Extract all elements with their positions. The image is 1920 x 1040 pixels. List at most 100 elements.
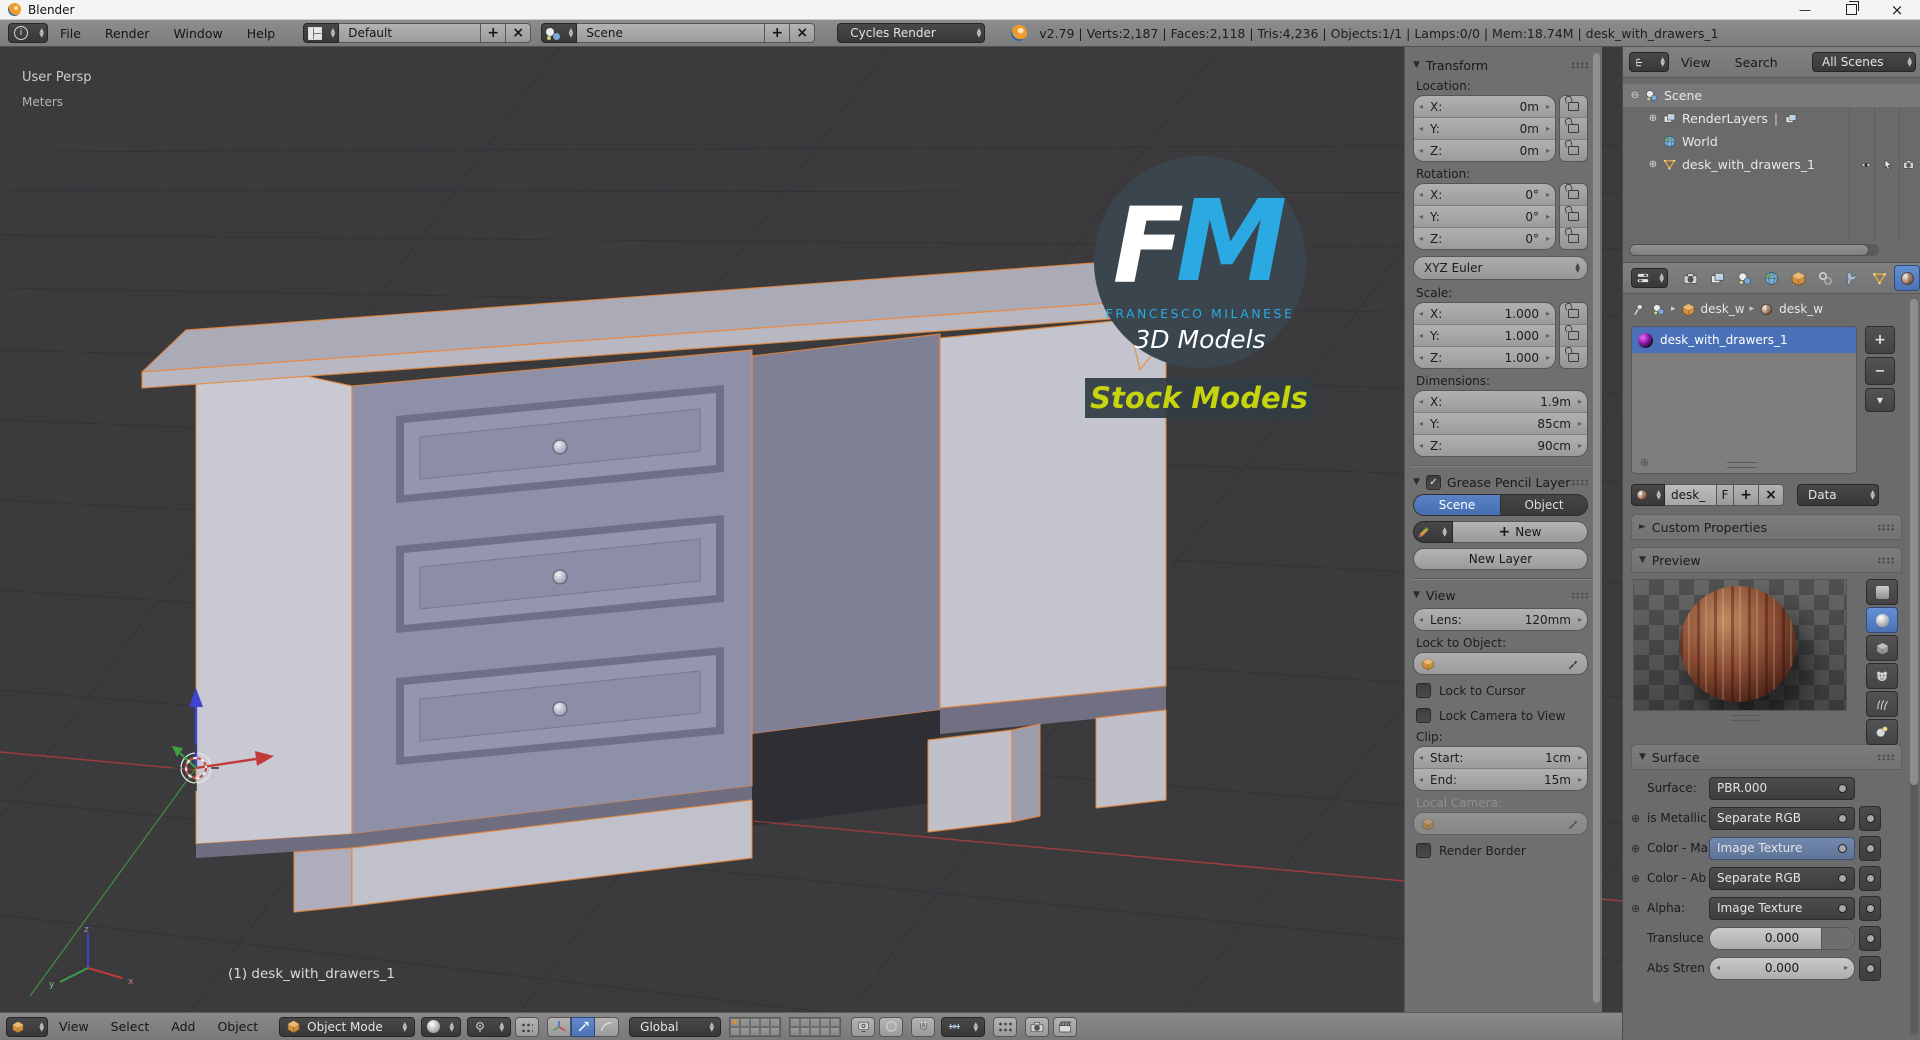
socket-button[interactable] [1859,806,1881,831]
color-ab-select[interactable]: Separate RGB [1709,867,1855,890]
menu-select[interactable]: Select [100,1019,161,1034]
material-link-select[interactable]: Data [1797,484,1879,506]
unlink-material-button[interactable] [1759,484,1784,506]
visibility-eye-icon[interactable] [1858,159,1874,171]
lock-scale-x-button[interactable] [1560,303,1587,324]
socket-button[interactable] [1859,866,1881,891]
socket-button[interactable] [1859,956,1881,981]
eyedropper-icon[interactable] [1567,817,1580,830]
gp-source-scene-tab[interactable]: Scene [1413,494,1501,516]
collapse-minus-icon[interactable] [1629,90,1641,101]
editor-type-selector[interactable] [8,23,48,43]
properties-scrollbar[interactable] [1910,299,1918,1035]
preview-hair-button[interactable] [1866,691,1898,717]
surface-shader-select[interactable]: PBR.000 [1709,777,1855,800]
outliner-menu-search[interactable]: Search [1723,55,1790,70]
manipulator-translate-button[interactable] [571,1017,595,1037]
menu-window[interactable]: Window [161,26,234,41]
breadcrumb-material[interactable]: desk_w [1779,302,1823,316]
lock-to-object-field[interactable] [1413,652,1588,675]
preview-sphere-button[interactable] [1866,607,1898,633]
scene-field[interactable]: Scene [577,23,765,43]
lock-to-cursor-row[interactable]: Lock to Cursor [1416,681,1588,700]
render-visibility-button[interactable] [993,1017,1017,1037]
tab-material[interactable] [1894,265,1920,291]
transform-orientation-select[interactable]: Global [629,1017,721,1037]
viewport-canvas[interactable] [0,47,1622,1012]
location-y-field[interactable]: Y:0m [1414,117,1555,139]
menu-file[interactable]: File [48,26,93,41]
tab-render-layers[interactable] [1705,266,1729,290]
screen-layout-field[interactable]: Default [339,23,481,43]
menu-object[interactable]: Object [206,1019,269,1034]
snap-element-select[interactable] [941,1017,985,1037]
material-slot-list[interactable]: desk_with_drawers_1 [1631,326,1857,474]
restore-button[interactable] [1828,0,1874,19]
material-specials-button[interactable] [1865,388,1895,412]
layers-group-1[interactable] [729,1017,781,1037]
rotation-z-field[interactable]: Z:0° [1414,227,1555,249]
tab-object-data[interactable] [1867,266,1891,290]
add-screen-layout-button[interactable] [481,23,506,43]
mode-select[interactable]: Object Mode [279,1017,415,1037]
clip-start-field[interactable]: Start:1cm [1414,747,1587,768]
location-z-field[interactable]: Z:0m [1414,139,1555,161]
dimension-x-field[interactable]: X:1.9m [1414,391,1587,412]
panel-grip-icon[interactable] [1877,557,1894,564]
lock-camera-row[interactable]: Lock Camera to View [1416,706,1588,725]
lock-location-z-button[interactable] [1560,139,1587,161]
fake-user-button[interactable]: F [1717,484,1734,506]
transform-panel-header[interactable]: Transform [1413,56,1588,74]
layers-group-2[interactable] [789,1017,841,1037]
lock-scale-y-button[interactable] [1560,324,1587,346]
preview-resize-grip[interactable] [1731,715,1761,721]
color-ma-select[interactable]: Image Texture [1709,837,1855,860]
socket-button[interactable] [1859,926,1881,951]
clip-end-field[interactable]: End:15m [1414,768,1587,790]
minimize-button[interactable]: — [1782,0,1828,19]
properties-editor-type-selector[interactable] [1631,268,1668,288]
absorption-field[interactable]: 0.000 [1709,957,1855,980]
rotation-y-field[interactable]: Y:0° [1414,205,1555,227]
panel-grip-icon[interactable] [1571,479,1588,486]
panel-grip-icon[interactable] [1571,592,1588,599]
expand-plus-icon[interactable] [1631,812,1647,825]
menu-view[interactable]: View [48,1019,100,1034]
panel-grip-icon[interactable] [1571,62,1588,69]
view-panel-header[interactable]: View [1413,586,1588,604]
panel-grip-icon[interactable] [1877,524,1894,531]
renderability-camera-icon[interactable] [1901,158,1916,171]
screen-layout-browse-button[interactable] [303,23,339,43]
expand-plus-icon[interactable] [1631,842,1647,855]
opengl-render-animation-button[interactable] [1053,1017,1077,1037]
scale-x-field[interactable]: X:1.000 [1414,303,1555,324]
gp-brush-select[interactable] [1413,521,1453,543]
lock-rotation-x-button[interactable] [1560,184,1587,205]
remove-material-slot-button[interactable] [1865,357,1895,385]
viewport-shading-select[interactable] [421,1017,461,1037]
scale-z-field[interactable]: Z:1.000 [1414,346,1555,368]
preview-flat-button[interactable] [1866,579,1898,605]
outliner-item-scene[interactable]: Scene [1623,84,1920,107]
list-resize-grip[interactable] [1727,462,1757,468]
lock-to-cursor-checkbox[interactable] [1416,683,1431,698]
scene-browse-button[interactable] [541,23,577,43]
outliner-menu-view[interactable]: View [1669,55,1723,70]
preview-cube-button[interactable] [1866,635,1898,661]
tab-world[interactable] [1759,266,1783,290]
lock-location-y-button[interactable] [1560,117,1587,139]
gp-new-layer-button[interactable]: New Layer [1413,548,1588,570]
panel-grip-icon[interactable] [1877,754,1894,761]
preview-panel-header[interactable]: Preview [1631,547,1902,573]
manipulator-rotate-button[interactable] [595,1017,619,1037]
delete-screen-layout-button[interactable] [506,23,531,43]
tab-scene[interactable] [1732,266,1756,290]
proportional-edit-button[interactable] [879,1017,903,1037]
close-button[interactable]: × [1874,0,1920,19]
material-slot-item[interactable]: desk_with_drawers_1 [1632,327,1856,353]
socket-button[interactable] [1859,896,1881,921]
dimension-z-field[interactable]: Z:90cm [1414,434,1587,456]
tab-object[interactable] [1786,266,1810,290]
eyedropper-icon[interactable] [1567,657,1580,670]
opengl-render-button[interactable] [1025,1017,1049,1037]
